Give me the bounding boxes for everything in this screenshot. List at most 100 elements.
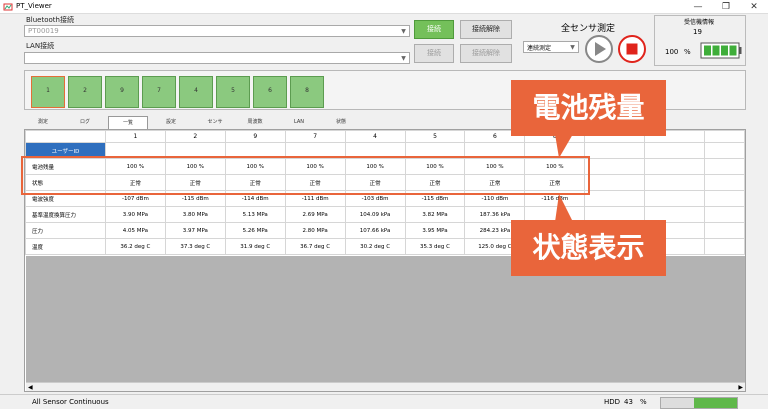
table-cell[interactable]: [644, 190, 705, 207]
status-text: All Sensor Continuous: [32, 398, 109, 406]
hdd-label: HDD: [604, 398, 621, 406]
table-cell[interactable]: 107.66 kPa: [344, 222, 406, 239]
chevron-down-icon: ▼: [401, 28, 406, 35]
hdd-usage-bar: [660, 397, 738, 409]
column-header[interactable]: 4: [344, 130, 406, 143]
sensor-box[interactable]: 8: [290, 76, 324, 108]
column-header[interactable]: [25, 130, 106, 143]
battery-segment: [721, 45, 728, 56]
callout-pointer: [555, 134, 573, 158]
bluetooth-disconnect-button[interactable]: 接続解除: [460, 20, 512, 39]
status-callout: 状態表示: [511, 220, 666, 276]
tab-4[interactable]: センサ: [196, 116, 234, 128]
sensor-box[interactable]: 2: [68, 76, 102, 108]
tab-6[interactable]: LAN: [280, 116, 318, 128]
sensor-box[interactable]: 4: [179, 76, 213, 108]
table-cell[interactable]: [584, 174, 646, 191]
close-icon[interactable]: ✕: [740, 0, 768, 14]
table-cell[interactable]: 30.2 deg C: [344, 238, 406, 255]
table-cell[interactable]: 4.05 MPa: [104, 222, 166, 239]
table-cell[interactable]: 5.13 MPa: [224, 206, 286, 223]
table-cell[interactable]: 37.3 deg C: [164, 238, 226, 255]
lan-disconnect-button[interactable]: 接続解除: [460, 44, 512, 63]
sensor-box[interactable]: 5: [216, 76, 250, 108]
bluetooth-connect-button[interactable]: 接続: [414, 20, 454, 39]
play-icon[interactable]: [584, 34, 614, 64]
stop-icon[interactable]: [617, 34, 647, 64]
table-cell[interactable]: [704, 158, 745, 175]
tab-2[interactable]: 一覧: [108, 116, 148, 129]
battery-icon: [700, 42, 742, 59]
receiver-title: 受信機情報: [684, 19, 715, 26]
maximize-icon[interactable]: ❐: [712, 0, 740, 14]
column-header[interactable]: 1: [104, 130, 166, 143]
tab-1[interactable]: ログ: [66, 116, 104, 128]
table-cell[interactable]: 36.2 deg C: [104, 238, 166, 255]
battery-segment: [729, 45, 737, 56]
table-cell[interactable]: 35.3 deg C: [404, 238, 466, 255]
table-cell[interactable]: [704, 206, 745, 223]
table-cell[interactable]: 36.7 deg C: [284, 238, 346, 255]
table-cell[interactable]: [584, 142, 646, 159]
receiver-battery-unit: %: [684, 48, 691, 56]
app-icon: [3, 3, 13, 11]
measure-mode-select[interactable]: 連続測定 ▼: [523, 41, 579, 53]
battery-segment: [712, 45, 720, 56]
receiver-battery-percent: 100: [665, 48, 679, 56]
row-header[interactable]: 基準温度換算圧力: [25, 206, 106, 223]
receiver-id: 19: [693, 28, 702, 36]
chevron-down-icon: ▼: [570, 44, 575, 51]
row-header[interactable]: 温度: [25, 238, 106, 255]
table-cell[interactable]: 2.69 MPa: [284, 206, 346, 223]
sensor-box[interactable]: 6: [253, 76, 287, 108]
column-header[interactable]: [704, 130, 745, 143]
column-header[interactable]: 7: [284, 130, 346, 143]
table-cell[interactable]: 5.26 MPa: [224, 222, 286, 239]
minimize-icon[interactable]: —: [684, 0, 712, 14]
tab-3[interactable]: 設定: [152, 116, 190, 128]
sensor-box[interactable]: 1: [31, 76, 65, 108]
table-cell[interactable]: [644, 158, 705, 175]
sensor-box[interactable]: 9: [105, 76, 139, 108]
table-cell[interactable]: [704, 190, 745, 207]
table-cell[interactable]: [704, 174, 745, 191]
scroll-right-icon[interactable]: ▶: [738, 383, 743, 391]
battery-callout: 電池残量: [511, 80, 666, 136]
measure-title: 全センサ測定: [561, 24, 616, 34]
horizontal-scrollbar[interactable]: ◀ ▶: [26, 382, 745, 391]
tab-7[interactable]: 状態: [322, 116, 360, 128]
hdd-value: 43: [624, 398, 633, 406]
hdd-usage-fill: [693, 398, 737, 408]
tab-0[interactable]: 測定: [24, 116, 62, 128]
table-cell[interactable]: 3.95 MPa: [404, 222, 466, 239]
table-cell[interactable]: 3.97 MPa: [164, 222, 226, 239]
table-cell[interactable]: 2.80 MPa: [284, 222, 346, 239]
table-cell[interactable]: [644, 142, 705, 159]
column-header[interactable]: 9: [224, 130, 286, 143]
table-cell[interactable]: 3.90 MPa: [104, 206, 166, 223]
sensor-box[interactable]: 7: [142, 76, 176, 108]
table-cell[interactable]: [704, 238, 745, 255]
callout-pointer: [555, 194, 573, 222]
table-cell[interactable]: [644, 174, 705, 191]
table-cell[interactable]: [584, 158, 646, 175]
bluetooth-device-select[interactable]: PT00019 ▼: [24, 25, 410, 37]
battery-segment: [704, 45, 711, 56]
lan-connect-button[interactable]: 接続: [414, 44, 454, 63]
window-title: PT_Viewer: [16, 2, 52, 10]
chevron-down-icon: ▼: [401, 55, 406, 62]
table-cell[interactable]: [584, 190, 646, 207]
table-cell[interactable]: 3.82 MPa: [404, 206, 466, 223]
table-cell[interactable]: [704, 142, 745, 159]
table-cell[interactable]: 31.9 deg C: [224, 238, 286, 255]
column-header[interactable]: 2: [164, 130, 226, 143]
status-bar: All Sensor Continuous HDD 43 %: [0, 394, 768, 409]
table-cell[interactable]: 104.09 kPa: [344, 206, 406, 223]
row-header[interactable]: 圧力: [25, 222, 106, 239]
table-cell[interactable]: 3.80 MPa: [164, 206, 226, 223]
column-header[interactable]: 5: [404, 130, 466, 143]
scroll-left-icon[interactable]: ◀: [28, 383, 33, 391]
tab-5[interactable]: 周波数: [236, 116, 274, 128]
table-cell[interactable]: [704, 222, 745, 239]
lan-device-select[interactable]: ▼: [24, 52, 410, 64]
